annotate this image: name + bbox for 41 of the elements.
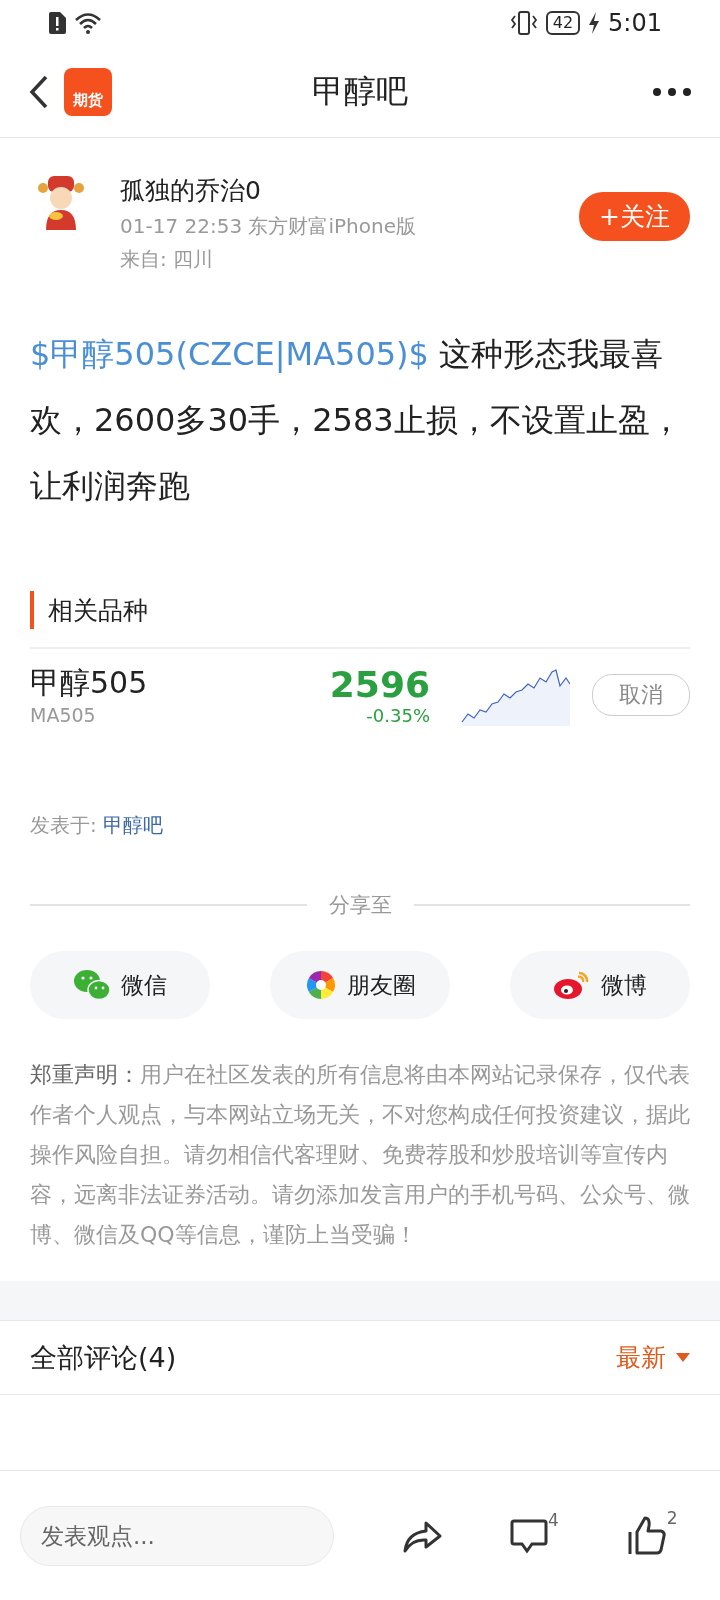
stock-code: MA505 bbox=[30, 704, 97, 726]
page-title: 甲醇吧 bbox=[312, 70, 408, 112]
thumbs-up-icon[interactable] bbox=[626, 1515, 667, 1556]
author-name[interactable]: 孤独的乔治0 bbox=[120, 174, 546, 207]
comments-title: 全部评论(4) bbox=[30, 1340, 177, 1375]
posted-in-label: 发表于: bbox=[30, 812, 97, 839]
comment-icon[interactable] bbox=[510, 1517, 548, 1554]
aperture-icon bbox=[304, 969, 337, 1001]
share-title: 分享至 bbox=[328, 892, 392, 919]
charging-icon bbox=[588, 12, 601, 34]
stock-name[interactable]: 甲醇505 bbox=[30, 663, 300, 704]
share-button[interactable]: 微信 bbox=[30, 951, 210, 1019]
caret-icon bbox=[676, 1353, 690, 1362]
clock-time: 5:01 bbox=[608, 9, 662, 37]
sort-button[interactable]: 最新 bbox=[616, 1341, 690, 1374]
battery-level: 42 bbox=[545, 11, 581, 35]
wifi-icon bbox=[74, 12, 102, 34]
wechat-icon bbox=[73, 968, 111, 1002]
weibo-icon bbox=[553, 969, 591, 1001]
like-count: 2 bbox=[666, 1507, 678, 1528]
vibrate-icon bbox=[509, 11, 538, 35]
stock-price: 2596 bbox=[329, 663, 430, 705]
avatar-icon bbox=[36, 174, 86, 230]
bar-link[interactable]: 甲醇吧 bbox=[102, 812, 163, 839]
section-title: 相关品种 bbox=[48, 594, 148, 627]
share-button[interactable]: 朋友圈 bbox=[270, 951, 450, 1019]
back-icon[interactable] bbox=[28, 73, 50, 110]
cancel-button[interactable]: 取消 bbox=[592, 673, 690, 716]
stock-link[interactable]: $甲醇505(CZCE|MA505)$ bbox=[30, 335, 429, 373]
share-button[interactable]: 微博 bbox=[510, 951, 690, 1019]
comment-input[interactable]: 发表观点... bbox=[20, 1505, 334, 1566]
post-meta: 01-17 22:53 东方财富iPhone版 bbox=[120, 213, 417, 240]
post-location: 来自: 四川 bbox=[120, 246, 215, 273]
app-logo[interactable]: 期货 bbox=[64, 67, 112, 116]
comment-count: 4 bbox=[548, 1509, 559, 1530]
post-text: $甲醇505(CZCE|MA505)$ 这种形态我最喜欢，2600多30手，2583止损，不设置止盈，让利润奔跑 bbox=[30, 334, 683, 507]
disclaimer-text: 郑重声明：用户在社区发表的所有信息将由本网站记录保存，仅代表作者个人观点，与本网站立场无关，不对您构成任何投资建议，据此操作风险自担。请勿相信代客理财、免费荐股和炒股培训等宣传内容，远离非法证券活动。请勿添加发言用户的手机号码、公众号、微博、微信及QQ等信息，谨防上当受骗！ bbox=[30, 1061, 690, 1249]
follow-button[interactable]: +关注 bbox=[579, 192, 690, 241]
more-icon[interactable] bbox=[652, 86, 692, 97]
sim-alert-icon bbox=[48, 12, 66, 34]
price-change: -0.35% bbox=[366, 704, 430, 726]
